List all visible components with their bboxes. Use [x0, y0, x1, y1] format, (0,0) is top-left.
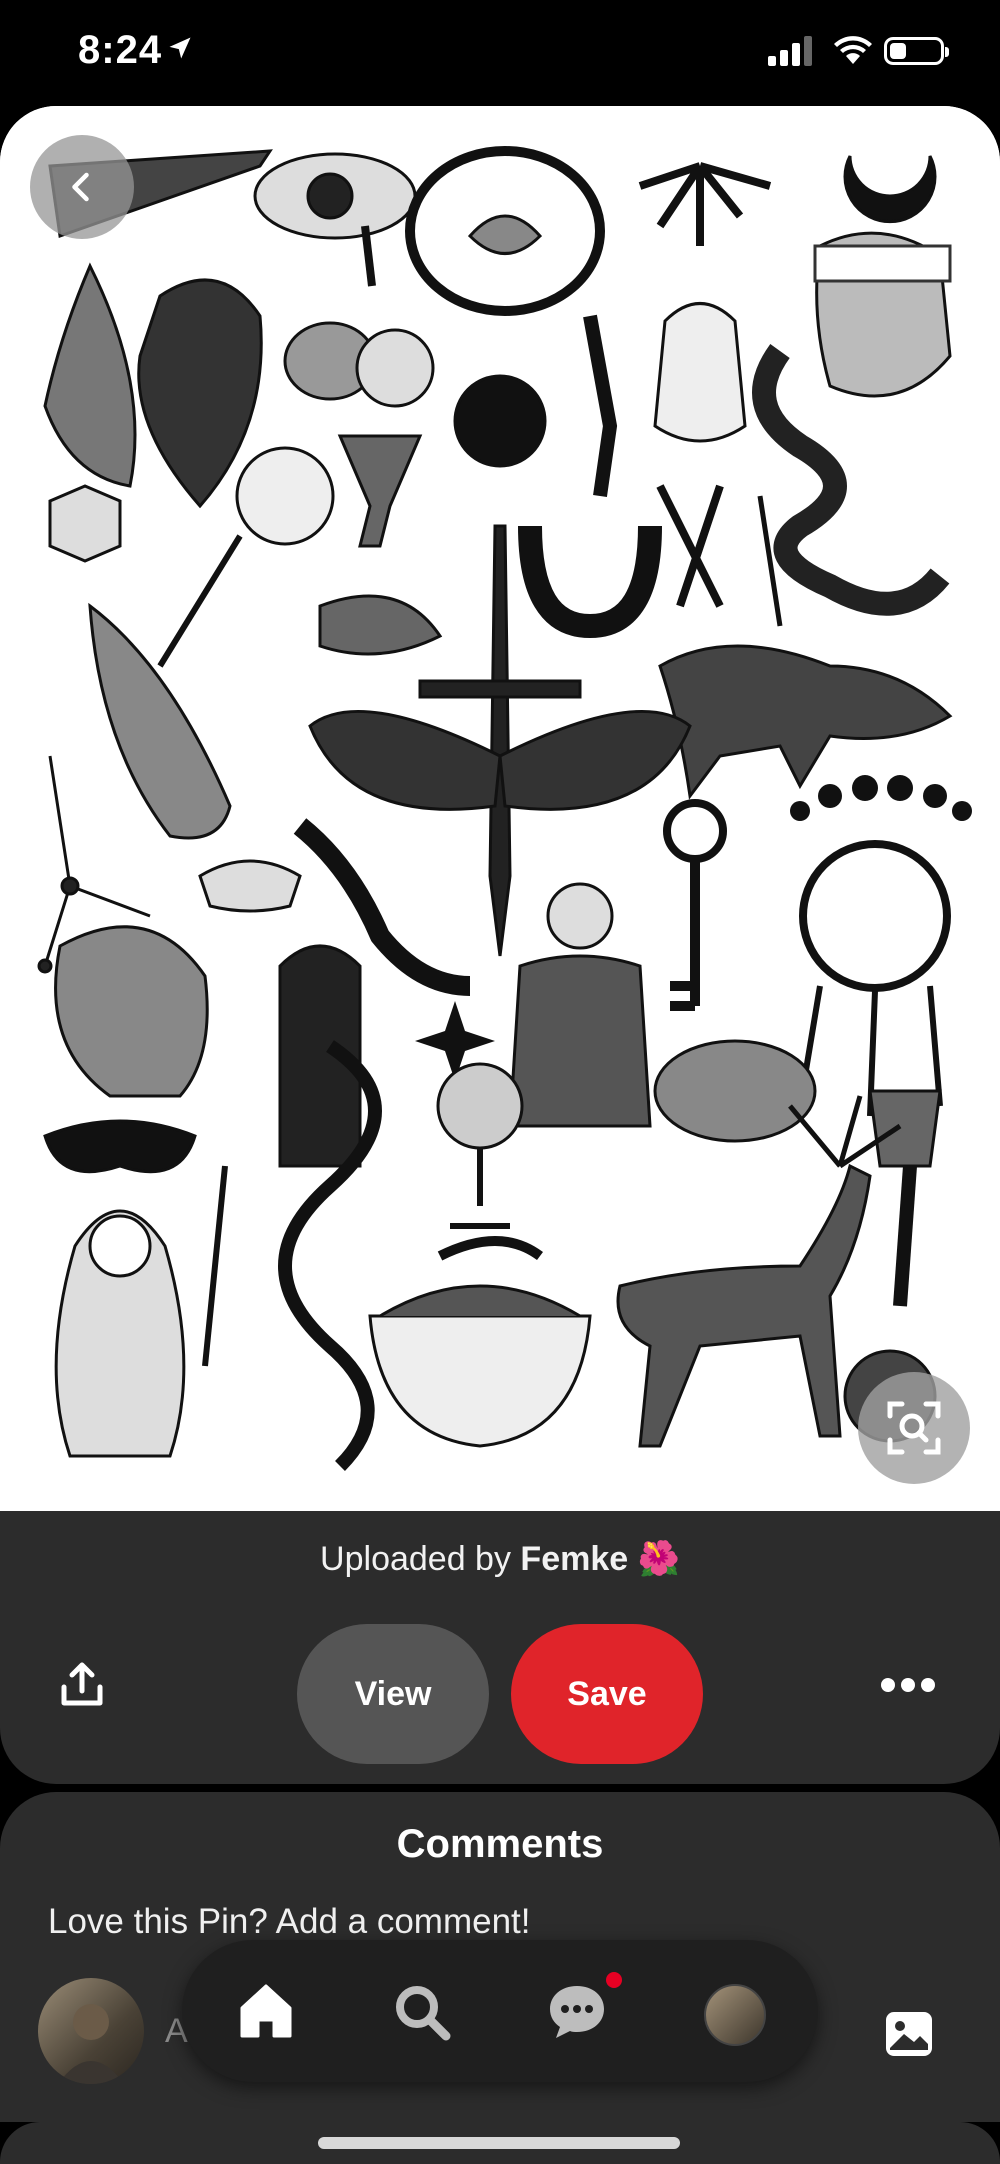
- notification-dot: [606, 1972, 622, 1988]
- save-button[interactable]: Save: [511, 1624, 703, 1764]
- status-time: 8:24: [78, 28, 163, 72]
- pin-image[interactable]: [0, 106, 1000, 1511]
- chevron-left-icon: [72, 172, 89, 202]
- cellular-signal-icon: [768, 36, 812, 66]
- wifi-icon: [834, 36, 872, 64]
- comments-prompt: Love this Pin? Add a comment!: [48, 1902, 531, 1941]
- profile-avatar[interactable]: [704, 1984, 766, 2046]
- home-icon[interactable]: [236, 1980, 296, 2040]
- share-icon[interactable]: [60, 1661, 104, 1707]
- uploader-emoji: 🌺: [637, 1540, 680, 1578]
- pin-actions-panel: Uploaded by Femke 🌺 View Save: [0, 1511, 1000, 1784]
- uploaded-by-text: Uploaded by Femke 🌺: [0, 1539, 1000, 1579]
- battery-icon: [884, 37, 949, 65]
- more-options-icon[interactable]: [880, 1677, 936, 1693]
- bottom-navigation: [182, 1940, 818, 2082]
- uploaded-prefix: Uploaded by: [320, 1540, 511, 1578]
- view-button[interactable]: View: [297, 1624, 489, 1764]
- current-user-avatar: [38, 1978, 144, 2084]
- uploader-name[interactable]: Femke: [520, 1540, 628, 1578]
- comments-title: Comments: [396, 1822, 604, 1866]
- back-button[interactable]: [30, 135, 134, 239]
- lens-search-icon: [887, 1401, 941, 1455]
- visual-search-button[interactable]: [858, 1372, 970, 1484]
- status-bar: 8:24: [0, 0, 1000, 108]
- tattoo-flash-illustration: [0, 106, 1000, 1511]
- location-arrow-icon: [169, 37, 191, 59]
- home-indicator[interactable]: [318, 2137, 680, 2149]
- search-icon[interactable]: [392, 1982, 452, 2042]
- add-photo-icon[interactable]: [884, 2010, 934, 2058]
- messages-icon[interactable]: [548, 1984, 606, 2040]
